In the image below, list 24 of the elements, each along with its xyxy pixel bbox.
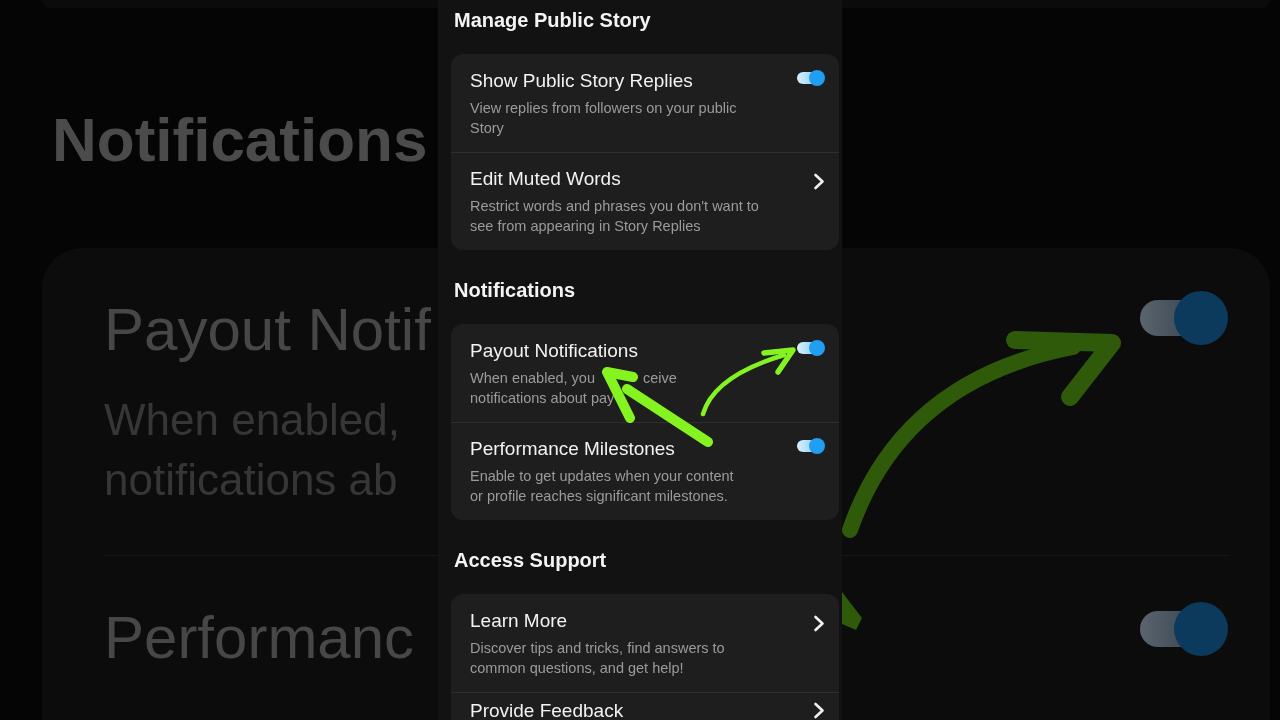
chevron-icon[interactable]	[813, 173, 825, 190]
chevron-icon[interactable]	[813, 615, 825, 632]
setting-title: Edit Muted Words	[470, 168, 621, 190]
section-heading: Manage Public Story	[454, 8, 652, 32]
setting-description: Enable to get updates when your content or profile reaches significant milestones.	[470, 467, 734, 506]
setting-title: Performance Milestones	[470, 438, 675, 460]
setting-title: Learn More	[470, 610, 568, 632]
background-heading: Notifications	[51, 104, 429, 176]
setting-title: Show Public Story Replies	[470, 70, 693, 92]
background-title: Payout Notif	[104, 295, 432, 365]
chevron-icon[interactable]	[813, 702, 825, 719]
setting-description: When enabled, you ceive notifications about pay	[470, 369, 677, 408]
setting-title: Provide Feedback	[470, 701, 624, 720]
setting-description: Restrict words and phrases you don't want to see from appearing in Story Replies	[470, 197, 759, 236]
setting-description: Discover tips and tricks, find answers to common questions, and get help!	[470, 639, 725, 678]
toggle-switch[interactable]	[797, 70, 825, 86]
toggle-switch[interactable]	[797, 438, 825, 454]
toggle-switch[interactable]	[797, 340, 825, 356]
setting-description: View replies from followers on your public Story	[470, 99, 737, 138]
arrow-fragment	[842, 592, 864, 630]
background-title: Performanc	[104, 603, 416, 673]
section-heading: Notifications	[454, 278, 577, 302]
setting-title: Payout Notifications	[470, 340, 638, 362]
section-heading: Access Support	[454, 548, 608, 572]
